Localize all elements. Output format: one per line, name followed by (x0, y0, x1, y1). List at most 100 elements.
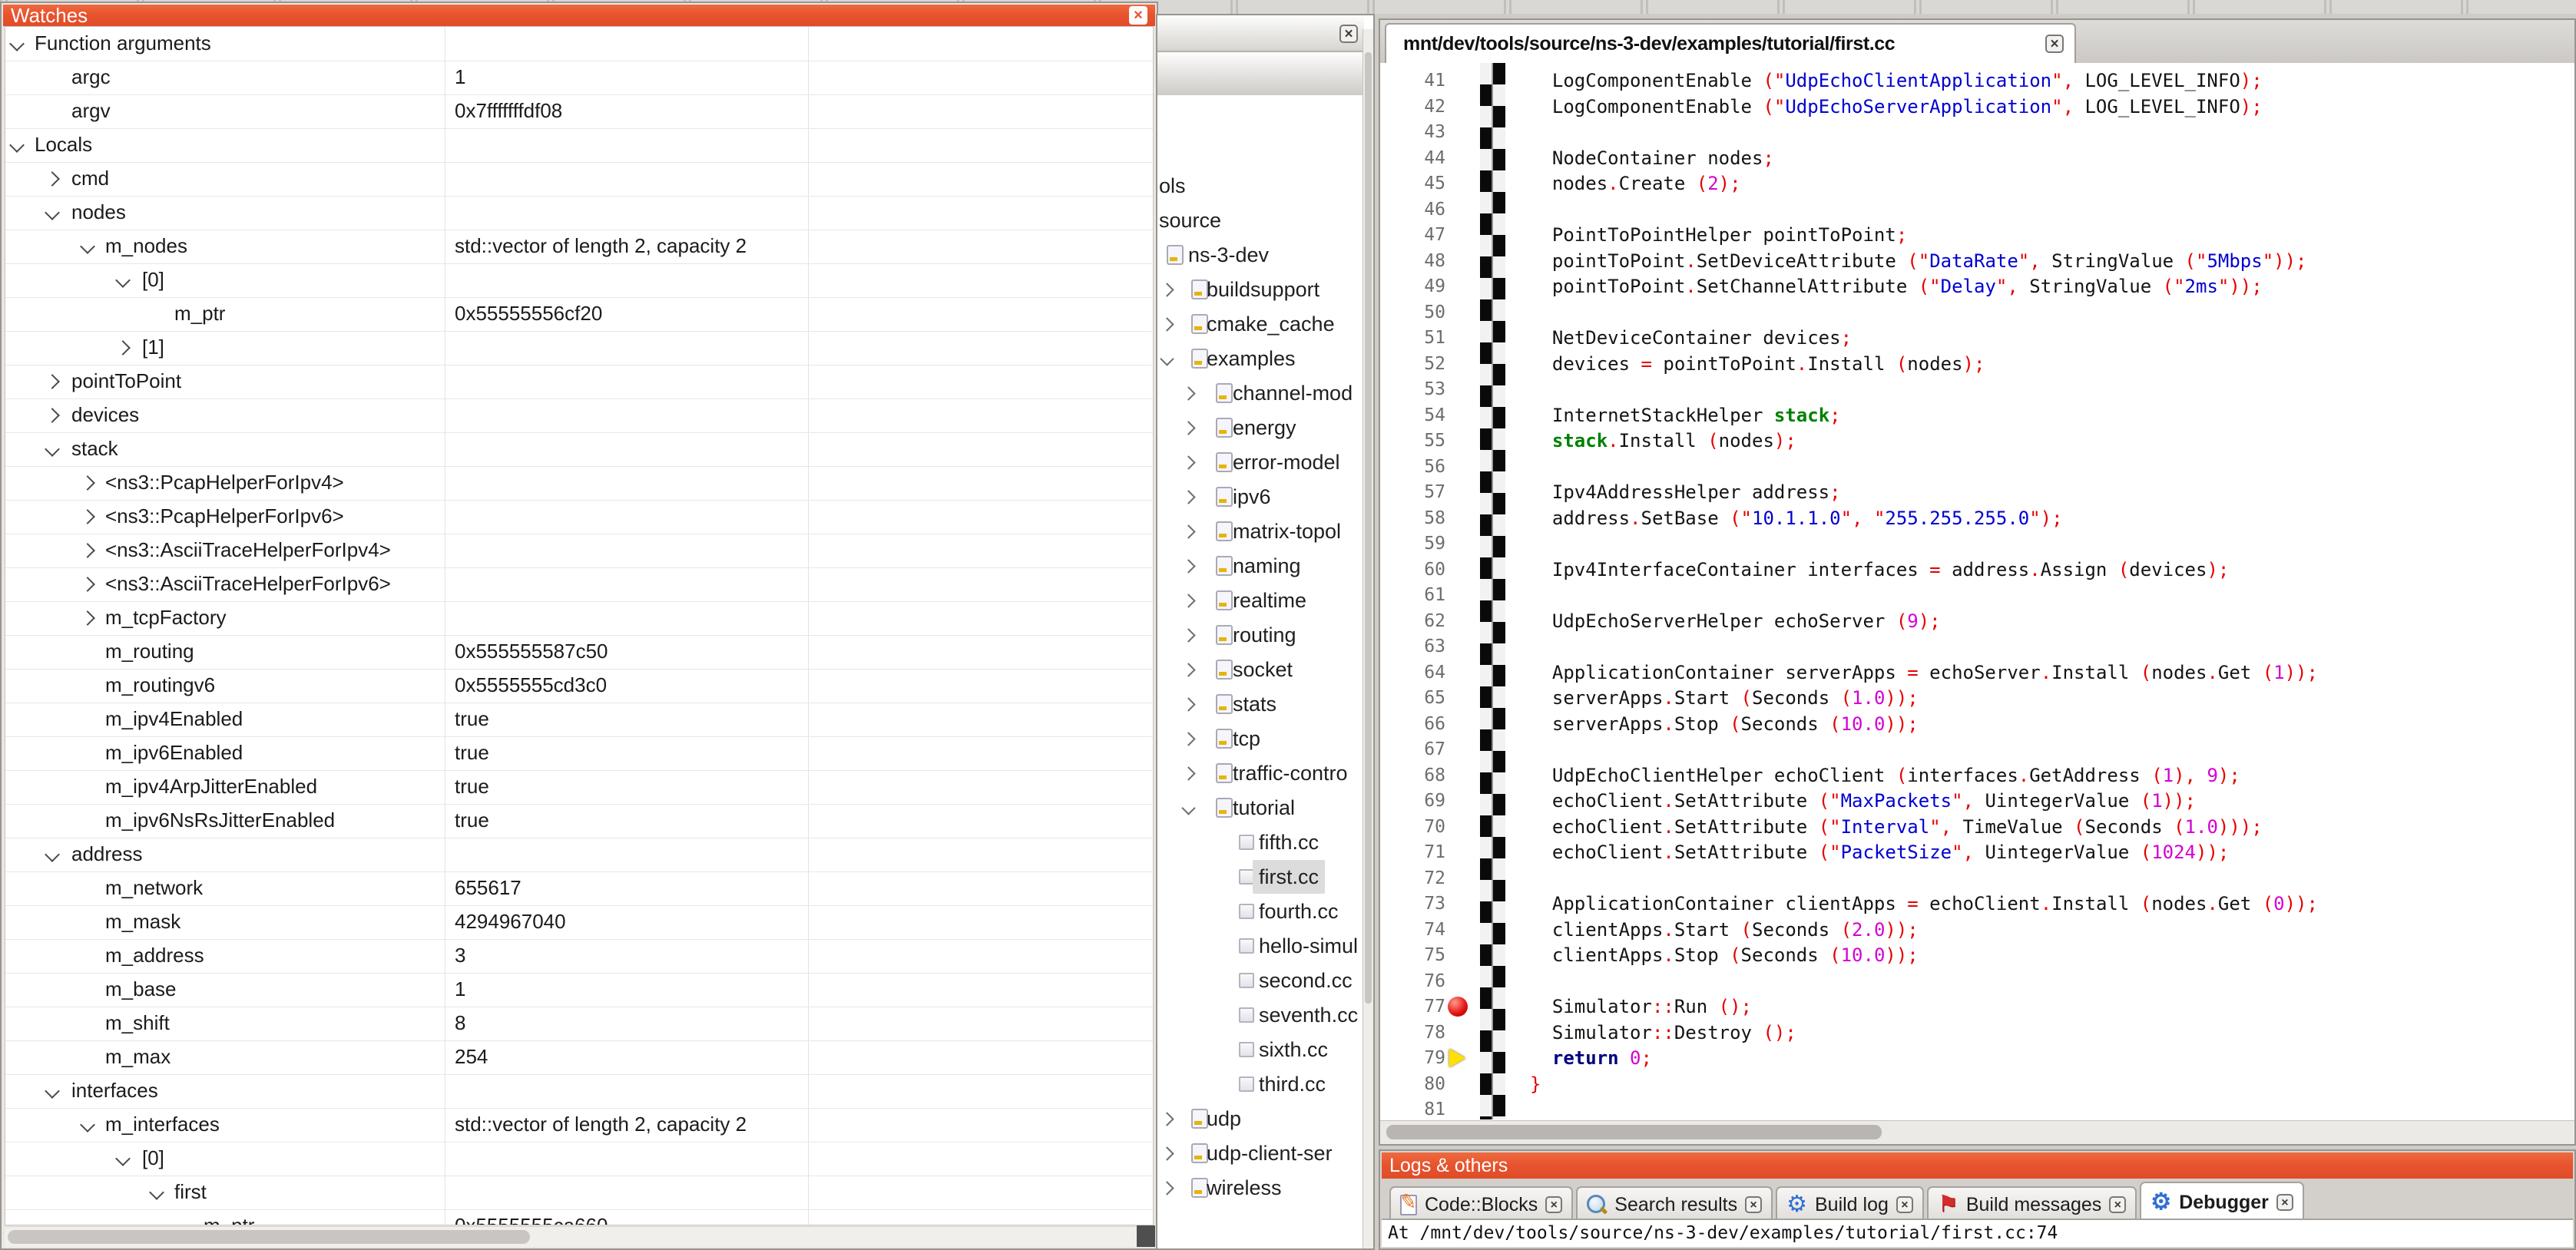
watch-row[interactable]: [1] (5, 331, 1153, 365)
tree-item-label[interactable]: second.cc (1259, 964, 1353, 997)
code-line-49[interactable]: 49 pointToPoint.SetChannelAttribute ("De… (1380, 273, 2574, 299)
tree-item-label[interactable]: channel-mod (1233, 376, 1353, 410)
watch-row[interactable]: m_routing0x555555587c50 (5, 635, 1153, 670)
watch-row[interactable]: m_tcpFactory (5, 601, 1153, 636)
code-line-41[interactable]: 41 LogComponentEnable ("UdpEchoClientApp… (1380, 68, 2574, 94)
code-line-52[interactable]: 52 devices = pointToPoint.Install (nodes… (1380, 351, 2574, 377)
line-number[interactable]: 50 (1380, 299, 1445, 326)
chevron-right-icon[interactable] (80, 543, 95, 558)
line-number[interactable]: 41 (1380, 68, 1445, 94)
file-tree[interactable]: olssourcens-3-devbuildsupportcmake_cache… (1157, 95, 1363, 1248)
scrollbar-thumb[interactable] (1365, 52, 1372, 1004)
tree-item-traffic-contro[interactable]: traffic-contro (1157, 756, 1363, 791)
line-number[interactable]: 67 (1380, 736, 1445, 762)
chevron-down-icon[interactable] (115, 1151, 131, 1166)
line-number[interactable]: 75 (1380, 942, 1445, 968)
tree-item-label[interactable]: naming (1233, 549, 1301, 583)
watch-row[interactable]: first (5, 1176, 1153, 1210)
line-number[interactable]: 55 (1380, 428, 1445, 454)
code-line-72[interactable]: 72 (1380, 865, 2574, 891)
watch-row[interactable]: address (5, 838, 1153, 872)
watch-row[interactable]: m_nodesstd::vector of length 2, capacity… (5, 230, 1153, 264)
line-number[interactable]: 70 (1380, 814, 1445, 840)
tree-item-stats[interactable]: stats (1157, 687, 1363, 722)
close-icon[interactable]: × (1545, 1196, 1562, 1213)
tree-item-label[interactable]: socket (1233, 653, 1293, 686)
tree-item-label[interactable]: udp (1207, 1102, 1241, 1136)
code-line-56[interactable]: 56 (1380, 454, 2574, 480)
line-number[interactable]: 47 (1380, 222, 1445, 248)
code-line-44[interactable]: 44 NodeContainer nodes; (1380, 145, 2574, 171)
code-line-74[interactable]: 74 clientApps.Start (Seconds (2.0)); (1380, 917, 2574, 943)
watches-horizontal-scrollbar[interactable] (5, 1226, 1137, 1247)
tree-item-naming[interactable]: naming (1157, 549, 1363, 584)
watches-titlebar[interactable]: Watches × (3, 5, 1155, 26)
close-icon[interactable]: × (1896, 1196, 1913, 1213)
tree-item-label[interactable]: matrix-topol (1233, 514, 1341, 548)
chevron-right-icon[interactable] (115, 340, 131, 355)
chevron-right-icon[interactable] (80, 509, 95, 524)
line-number[interactable]: 72 (1380, 865, 1445, 891)
tree-item-label[interactable]: examples (1207, 342, 1296, 375)
tree-item-label[interactable]: tutorial (1233, 791, 1295, 825)
tree-titlebar[interactable]: × (1157, 17, 1364, 52)
tree-item-socket[interactable]: socket (1157, 653, 1363, 687)
chevron-down-icon[interactable] (45, 441, 60, 457)
line-number[interactable]: 43 (1380, 119, 1445, 145)
tree-item-sixth-cc[interactable]: sixth.cc (1157, 1033, 1363, 1067)
chevron-down-icon[interactable] (80, 1117, 95, 1133)
watch-row[interactable]: cmd (5, 162, 1153, 197)
watch-row[interactable]: nodes (5, 196, 1153, 230)
chevron-down-icon[interactable] (149, 1185, 164, 1200)
tree-item-source[interactable]: source (1157, 203, 1363, 238)
tree-item-cmake-cache[interactable]: cmake_cache (1157, 307, 1363, 342)
tree-item-fourth-cc[interactable]: fourth.cc (1157, 895, 1363, 929)
chevron-down-icon[interactable] (45, 205, 60, 220)
tree-item-label[interactable]: realtime (1233, 584, 1306, 617)
line-number[interactable]: 57 (1380, 479, 1445, 505)
watch-row[interactable]: m_ipv6Enabledtrue (5, 736, 1153, 771)
chevron-right-icon[interactable] (45, 171, 60, 187)
chevron-right-icon[interactable] (1160, 1146, 1174, 1160)
tab-debugger[interactable]: ⚙Debugger× (2140, 1182, 2304, 1222)
code-line-51[interactable]: 51 NetDeviceContainer devices; (1380, 325, 2574, 351)
code-line-78[interactable]: 78 Simulator::Destroy (); (1380, 1020, 2574, 1046)
tree-item-udp-client-ser[interactable]: udp-client-ser (1157, 1136, 1363, 1171)
code-line-43[interactable]: 43 (1380, 119, 2574, 145)
watch-row[interactable]: m_routingv60x5555555cd3c0 (5, 669, 1153, 703)
tree-item-label[interactable]: hello-simul (1259, 929, 1358, 963)
tree-item-realtime[interactable]: realtime (1157, 584, 1363, 618)
tree-item-matrix-topol[interactable]: matrix-topol (1157, 514, 1363, 549)
line-number[interactable]: 59 (1380, 531, 1445, 557)
close-icon[interactable]: × (2045, 35, 2064, 53)
code-line-68[interactable]: 68 UdpEchoClientHelper echoClient (inter… (1380, 762, 2574, 789)
line-number[interactable]: 54 (1380, 402, 1445, 428)
chevron-down-icon[interactable] (1160, 352, 1174, 365)
code-line-79[interactable]: 79 return 0; (1380, 1045, 2574, 1071)
code-line-53[interactable]: 53 (1380, 376, 2574, 402)
code-line-75[interactable]: 75 clientApps.Stop (Seconds (10.0)); (1380, 942, 2574, 968)
chevron-right-icon[interactable] (1181, 732, 1195, 746)
line-number[interactable]: 69 (1380, 788, 1445, 814)
tree-item-examples[interactable]: examples (1157, 342, 1363, 376)
line-number[interactable]: 45 (1380, 170, 1445, 197)
chevron-right-icon[interactable] (80, 475, 95, 491)
watch-row[interactable]: m_mask4294967040 (5, 905, 1153, 940)
tree-item-label[interactable]: routing (1233, 618, 1296, 652)
tree-item-udp[interactable]: udp (1157, 1102, 1363, 1136)
line-number[interactable]: 58 (1380, 505, 1445, 531)
watch-row[interactable]: stack (5, 432, 1153, 467)
close-icon[interactable]: × (1745, 1196, 1762, 1213)
line-number[interactable]: 78 (1380, 1020, 1445, 1046)
tree-item-third-cc[interactable]: third.cc (1157, 1067, 1363, 1102)
line-number[interactable]: 61 (1380, 582, 1445, 608)
tree-item-label[interactable]: energy (1233, 411, 1296, 445)
line-number[interactable]: 46 (1380, 197, 1445, 223)
line-number[interactable]: 77 (1380, 994, 1445, 1020)
watch-row[interactable]: <ns3::AsciiTraceHelperForIpv6> (5, 567, 1153, 602)
tree-vertical-scrollbar[interactable] (1362, 29, 1373, 1248)
close-icon[interactable]: × (1129, 6, 1147, 25)
chevron-right-icon[interactable] (1181, 628, 1195, 642)
chevron-right-icon[interactable] (1181, 766, 1195, 780)
tree-item-label[interactable]: ipv6 (1233, 480, 1271, 514)
